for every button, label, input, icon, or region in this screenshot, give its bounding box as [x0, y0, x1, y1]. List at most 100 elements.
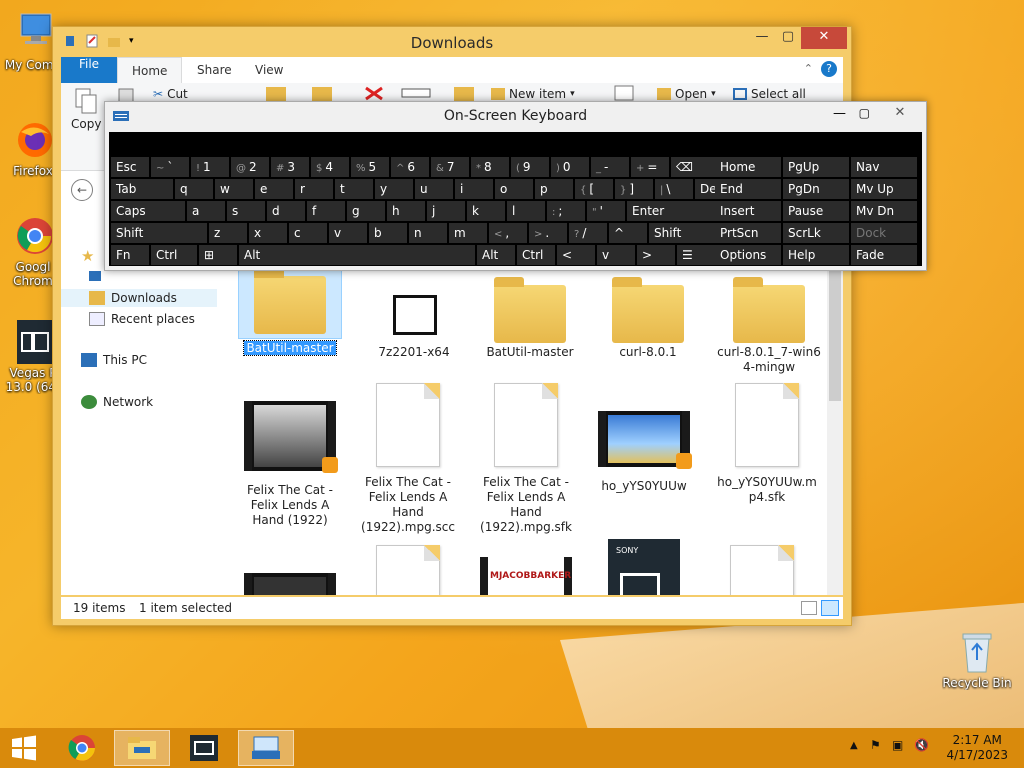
- key-[interactable]: _ -: [591, 157, 629, 177]
- key-6[interactable]: ^ 6: [391, 157, 429, 177]
- close-button[interactable]: ✕: [801, 27, 847, 49]
- key-3[interactable]: #3: [271, 157, 309, 177]
- key-u[interactable]: u: [415, 179, 453, 199]
- desktop-icon-recycle-bin[interactable]: Recycle Bin: [942, 630, 1012, 690]
- key-[interactable]: <,: [489, 223, 527, 243]
- key-e[interactable]: e: [255, 179, 293, 199]
- key-end[interactable]: End: [715, 179, 781, 199]
- move-to-icon[interactable]: [265, 85, 287, 101]
- file-label-selected[interactable]: BatUtil-master: [243, 340, 337, 356]
- key-m[interactable]: m: [449, 223, 487, 243]
- action-center-flag-icon[interactable]: ⚑: [870, 738, 881, 752]
- key-[interactable]: | \: [655, 179, 693, 199]
- clock[interactable]: 2:17 AM 4/17/2023: [946, 733, 1008, 763]
- key-4[interactable]: $4: [311, 157, 349, 177]
- key-z[interactable]: z: [209, 223, 247, 243]
- key-[interactable]: ~ `: [151, 157, 189, 177]
- chevron-up-icon[interactable]: ⌃: [804, 62, 813, 75]
- key-help[interactable]: Help: [783, 245, 849, 265]
- chevron-up-icon[interactable]: ▲: [850, 740, 858, 751]
- taskbar-file-explorer[interactable]: [114, 730, 170, 766]
- key-l[interactable]: l: [507, 201, 545, 221]
- key-[interactable]: " ': [587, 201, 625, 221]
- large-icons-view-icon[interactable]: [821, 600, 839, 616]
- key-[interactable]: }]: [615, 179, 653, 199]
- osk-titlebar[interactable]: On-Screen Keyboard — ▢ ✕: [105, 102, 926, 132]
- file-item[interactable]: Felix The Cat - Felix Lends A Hand (1922…: [471, 383, 581, 535]
- key-ctrl[interactable]: Ctrl: [517, 245, 555, 265]
- key-b[interactable]: b: [369, 223, 407, 243]
- key-mv-dn[interactable]: Mv Dn: [851, 201, 917, 221]
- key-tab[interactable]: Tab: [111, 179, 173, 199]
- nav-item-recent-places[interactable]: Recent places: [89, 312, 195, 326]
- key-esc[interactable]: Esc: [111, 157, 149, 177]
- key-home[interactable]: Home: [715, 157, 781, 177]
- key-8[interactable]: * 8: [471, 157, 509, 177]
- file-item[interactable]: [707, 545, 817, 595]
- tab-file[interactable]: File: [61, 57, 117, 83]
- key-g[interactable]: g: [347, 201, 385, 221]
- volume-muted-icon[interactable]: 🔇: [914, 738, 929, 752]
- explorer-titlebar[interactable]: ▾ Downloads — ▢ ✕: [53, 27, 851, 57]
- on-screen-keyboard-window[interactable]: On-Screen Keyboard — ▢ ✕ Esc ~ `! 1 @2 #3 $4% 5…: [104, 101, 927, 271]
- key-5[interactable]: % 5: [351, 157, 389, 177]
- start-button[interactable]: [0, 730, 48, 766]
- minimize-button[interactable]: —: [749, 27, 775, 49]
- key-a[interactable]: a: [187, 201, 225, 221]
- key-mv-up[interactable]: Mv Up: [851, 179, 917, 199]
- key-v[interactable]: v: [597, 245, 635, 265]
- key-caps[interactable]: Caps: [111, 201, 185, 221]
- taskbar-vegas[interactable]: [176, 730, 232, 766]
- key-o[interactable]: o: [495, 179, 533, 199]
- key-[interactable]: :;: [547, 201, 585, 221]
- nav-item-downloads[interactable]: Downloads: [89, 291, 177, 305]
- key-[interactable]: ⊞: [199, 245, 237, 265]
- key-[interactable]: {[: [575, 179, 613, 199]
- file-item[interactable]: [353, 545, 463, 595]
- key-pgup[interactable]: PgUp: [783, 157, 849, 177]
- key-pgdn[interactable]: PgDn: [783, 179, 849, 199]
- key-fn[interactable]: Fn: [111, 245, 149, 265]
- network-icon[interactable]: ▣: [892, 738, 903, 752]
- file-item[interactable]: ho_yYS0YUUw: [589, 397, 699, 494]
- key-w[interactable]: w: [215, 179, 253, 199]
- new-item-button[interactable]: New item ▾: [491, 87, 575, 101]
- maximize-button[interactable]: ▢: [859, 106, 870, 120]
- key-i[interactable]: i: [455, 179, 493, 199]
- minimize-button[interactable]: —: [833, 106, 846, 121]
- taskbar-on-screen-keyboard[interactable]: [238, 730, 294, 766]
- key-y[interactable]: y: [375, 179, 413, 199]
- details-view-icon[interactable]: [801, 601, 817, 615]
- file-item[interactable]: MJACOBBARKER: [471, 557, 581, 595]
- file-item[interactable]: Felix The Cat - Felix Lends A Hand (1922…: [353, 383, 463, 535]
- key-n[interactable]: n: [409, 223, 447, 243]
- key-fade[interactable]: Fade: [851, 245, 917, 265]
- key-r[interactable]: r: [295, 179, 333, 199]
- desktop-nav-icon[interactable]: [89, 271, 101, 281]
- key-s[interactable]: s: [227, 201, 265, 221]
- key-2[interactable]: @2: [231, 157, 269, 177]
- key-shift[interactable]: Shift: [111, 223, 207, 243]
- nav-item-this-pc[interactable]: This PC: [81, 353, 147, 367]
- nav-item-network[interactable]: Network: [81, 395, 153, 409]
- cut-button[interactable]: ✂ Cut: [153, 87, 188, 101]
- favorites-star[interactable]: ★: [81, 247, 94, 265]
- key-[interactable]: ? /: [569, 223, 607, 243]
- rename-icon[interactable]: [401, 85, 431, 101]
- close-button[interactable]: ✕: [878, 102, 922, 124]
- key-[interactable]: + =: [631, 157, 669, 177]
- maximize-button[interactable]: ▢: [775, 27, 801, 49]
- taskbar-chrome[interactable]: [54, 730, 110, 766]
- key-f[interactable]: f: [307, 201, 345, 221]
- key-scrlk[interactable]: ScrLk: [783, 223, 849, 243]
- key-[interactable]: >.: [529, 223, 567, 243]
- key-v[interactable]: v: [329, 223, 367, 243]
- key-options[interactable]: Options: [715, 245, 781, 265]
- tab-home[interactable]: Home: [117, 57, 183, 83]
- file-item[interactable]: Felix The Cat - Felix Lends A Hand (1922…: [235, 397, 345, 528]
- key-7[interactable]: & 7: [431, 157, 469, 177]
- key-0[interactable]: ) 0: [551, 157, 589, 177]
- key-[interactable]: >: [637, 245, 675, 265]
- copy-to-icon[interactable]: [311, 85, 333, 101]
- key-t[interactable]: t: [335, 179, 373, 199]
